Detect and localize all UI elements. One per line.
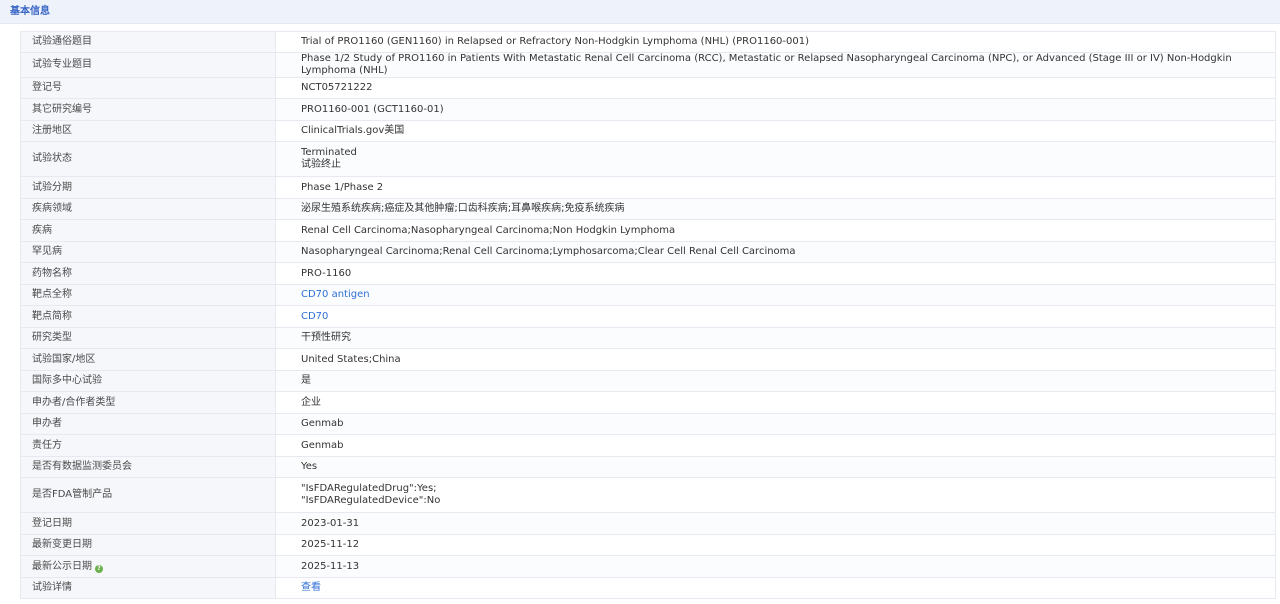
row-label: 疾病领域 bbox=[20, 198, 276, 220]
row-value: Phase 1/2 Study of PRO1160 in Patients W… bbox=[275, 52, 1276, 78]
row-other-study-ids: 其它研究编号 PRO1160-001 (GCT1160-01) bbox=[20, 98, 1276, 121]
row-disease: 疾病 Renal Cell Carcinoma;Nasopharyngeal C… bbox=[20, 219, 1276, 242]
row-value: Phase 1/Phase 2 bbox=[275, 176, 1276, 199]
row-label: 最新公示日期? bbox=[20, 555, 276, 578]
row-label: 其它研究编号 bbox=[20, 98, 276, 121]
row-label: 国际多中心试验 bbox=[20, 370, 276, 392]
row-label-text: 最新公示日期 bbox=[32, 560, 92, 572]
row-value: ClinicalTrials.gov美国 bbox=[275, 120, 1276, 142]
row-multicenter: 国际多中心试验 是 bbox=[20, 370, 1276, 392]
section-title: 基本信息 bbox=[10, 6, 50, 17]
row-label: 是否FDA管制产品 bbox=[20, 477, 276, 513]
row-trial-phase: 试验分期 Phase 1/Phase 2 bbox=[20, 176, 1276, 199]
row-disease-area: 疾病领域 泌尿生殖系统疾病;癌症及其他肿瘤;口齿科疾病;耳鼻喉疾病;免疫系统疾病 bbox=[20, 198, 1276, 220]
row-scientific-title: 试验专业题目 Phase 1/2 Study of PRO1160 in Pat… bbox=[20, 52, 1276, 78]
row-label: 试验状态 bbox=[20, 141, 276, 177]
row-popular-title: 试验通俗题目 Trial of PRO1160 (GEN1160) in Rel… bbox=[20, 31, 1276, 53]
row-value: Genmab bbox=[275, 434, 1276, 457]
fda-device-value: "IsFDARegulatedDevice":No bbox=[301, 495, 441, 506]
row-value: NCT05721222 bbox=[275, 77, 1276, 99]
row-value: Nasopharyngeal Carcinoma;Renal Cell Carc… bbox=[275, 241, 1276, 263]
row-value: Yes bbox=[275, 456, 1276, 478]
row-study-type: 研究类型 干预性研究 bbox=[20, 327, 1276, 349]
row-label: 申办者/合作者类型 bbox=[20, 391, 276, 414]
row-countries: 试验国家/地区 United States;China bbox=[20, 348, 1276, 371]
row-label: 登记号 bbox=[20, 77, 276, 99]
row-value: 泌尿生殖系统疾病;癌症及其他肿瘤;口齿科疾病;耳鼻喉疾病;免疫系统疾病 bbox=[275, 198, 1276, 220]
target-full-name-link[interactable]: CD70 antigen bbox=[301, 289, 370, 300]
row-value: CD70 antigen bbox=[275, 284, 1276, 306]
status-chinese: 试验终止 bbox=[301, 159, 341, 170]
row-label: 登记日期 bbox=[20, 512, 276, 535]
row-sponsor: 申办者 Genmab bbox=[20, 413, 1276, 435]
info-icon[interactable]: ? bbox=[95, 564, 103, 573]
row-registration-date: 登记日期 2023-01-31 bbox=[20, 512, 1276, 535]
row-label: 试验详情 bbox=[20, 577, 276, 599]
row-last-update-date: 最新变更日期 2025-11-12 bbox=[20, 534, 1276, 556]
row-value: Renal Cell Carcinoma;Nasopharyngeal Carc… bbox=[275, 219, 1276, 242]
row-value: Terminated 试验终止 bbox=[275, 141, 1276, 177]
row-registration-number: 登记号 NCT05721222 bbox=[20, 77, 1276, 99]
row-value: 2023-01-31 bbox=[275, 512, 1276, 535]
row-label: 申办者 bbox=[20, 413, 276, 435]
row-target-full-name: 靶点全称 CD70 antigen bbox=[20, 284, 1276, 306]
row-rare-disease: 罕见病 Nasopharyngeal Carcinoma;Renal Cell … bbox=[20, 241, 1276, 263]
row-registry-region: 注册地区 ClinicalTrials.gov美国 bbox=[20, 120, 1276, 142]
row-value: United States;China bbox=[275, 348, 1276, 371]
row-value: 2025-11-12 bbox=[275, 534, 1276, 556]
row-label: 疾病 bbox=[20, 219, 276, 242]
row-label: 罕见病 bbox=[20, 241, 276, 263]
row-label: 靶点全称 bbox=[20, 284, 276, 306]
row-value: CD70 bbox=[275, 305, 1276, 328]
row-value: Trial of PRO1160 (GEN1160) in Relapsed o… bbox=[275, 31, 1276, 53]
row-label: 试验国家/地区 bbox=[20, 348, 276, 371]
row-sponsor-type: 申办者/合作者类型 企业 bbox=[20, 391, 1276, 414]
row-value: Genmab bbox=[275, 413, 1276, 435]
row-label: 试验通俗题目 bbox=[20, 31, 276, 53]
row-label: 靶点简称 bbox=[20, 305, 276, 328]
basic-info-table: 试验通俗题目 Trial of PRO1160 (GEN1160) in Rel… bbox=[20, 31, 1276, 599]
row-drug-name: 药物名称 PRO-1160 bbox=[20, 262, 1276, 285]
row-responsible-party: 责任方 Genmab bbox=[20, 434, 1276, 457]
row-value: 干预性研究 bbox=[275, 327, 1276, 349]
status-english: Terminated bbox=[301, 147, 357, 158]
section-header: 基本信息 bbox=[0, 0, 1280, 24]
row-label: 研究类型 bbox=[20, 327, 276, 349]
row-value: 2025-11-13 bbox=[275, 555, 1276, 578]
row-data-monitoring-committee: 是否有数据监测委员会 Yes bbox=[20, 456, 1276, 478]
row-value: 是 bbox=[275, 370, 1276, 392]
row-trial-details: 试验详情 查看 bbox=[20, 577, 1276, 599]
row-fda-regulated: 是否FDA管制产品 "IsFDARegulatedDrug":Yes; "IsF… bbox=[20, 477, 1276, 513]
row-value: 企业 bbox=[275, 391, 1276, 414]
view-details-link[interactable]: 查看 bbox=[301, 582, 321, 593]
row-value: 查看 bbox=[275, 577, 1276, 599]
row-label: 试验分期 bbox=[20, 176, 276, 199]
row-target-short-name: 靶点简称 CD70 bbox=[20, 305, 1276, 328]
row-label: 最新变更日期 bbox=[20, 534, 276, 556]
row-label: 试验专业题目 bbox=[20, 52, 276, 78]
row-label: 药物名称 bbox=[20, 262, 276, 285]
row-label: 责任方 bbox=[20, 434, 276, 457]
target-short-name-link[interactable]: CD70 bbox=[301, 311, 328, 322]
row-label: 注册地区 bbox=[20, 120, 276, 142]
row-trial-status: 试验状态 Terminated 试验终止 bbox=[20, 141, 1276, 177]
row-value: PRO-1160 bbox=[275, 262, 1276, 285]
row-label: 是否有数据监测委员会 bbox=[20, 456, 276, 478]
row-value: "IsFDARegulatedDrug":Yes; "IsFDARegulate… bbox=[275, 477, 1276, 513]
row-value: PRO1160-001 (GCT1160-01) bbox=[275, 98, 1276, 121]
row-last-posted-date: 最新公示日期? 2025-11-13 bbox=[20, 555, 1276, 578]
fda-drug-value: "IsFDARegulatedDrug":Yes; bbox=[301, 483, 437, 494]
